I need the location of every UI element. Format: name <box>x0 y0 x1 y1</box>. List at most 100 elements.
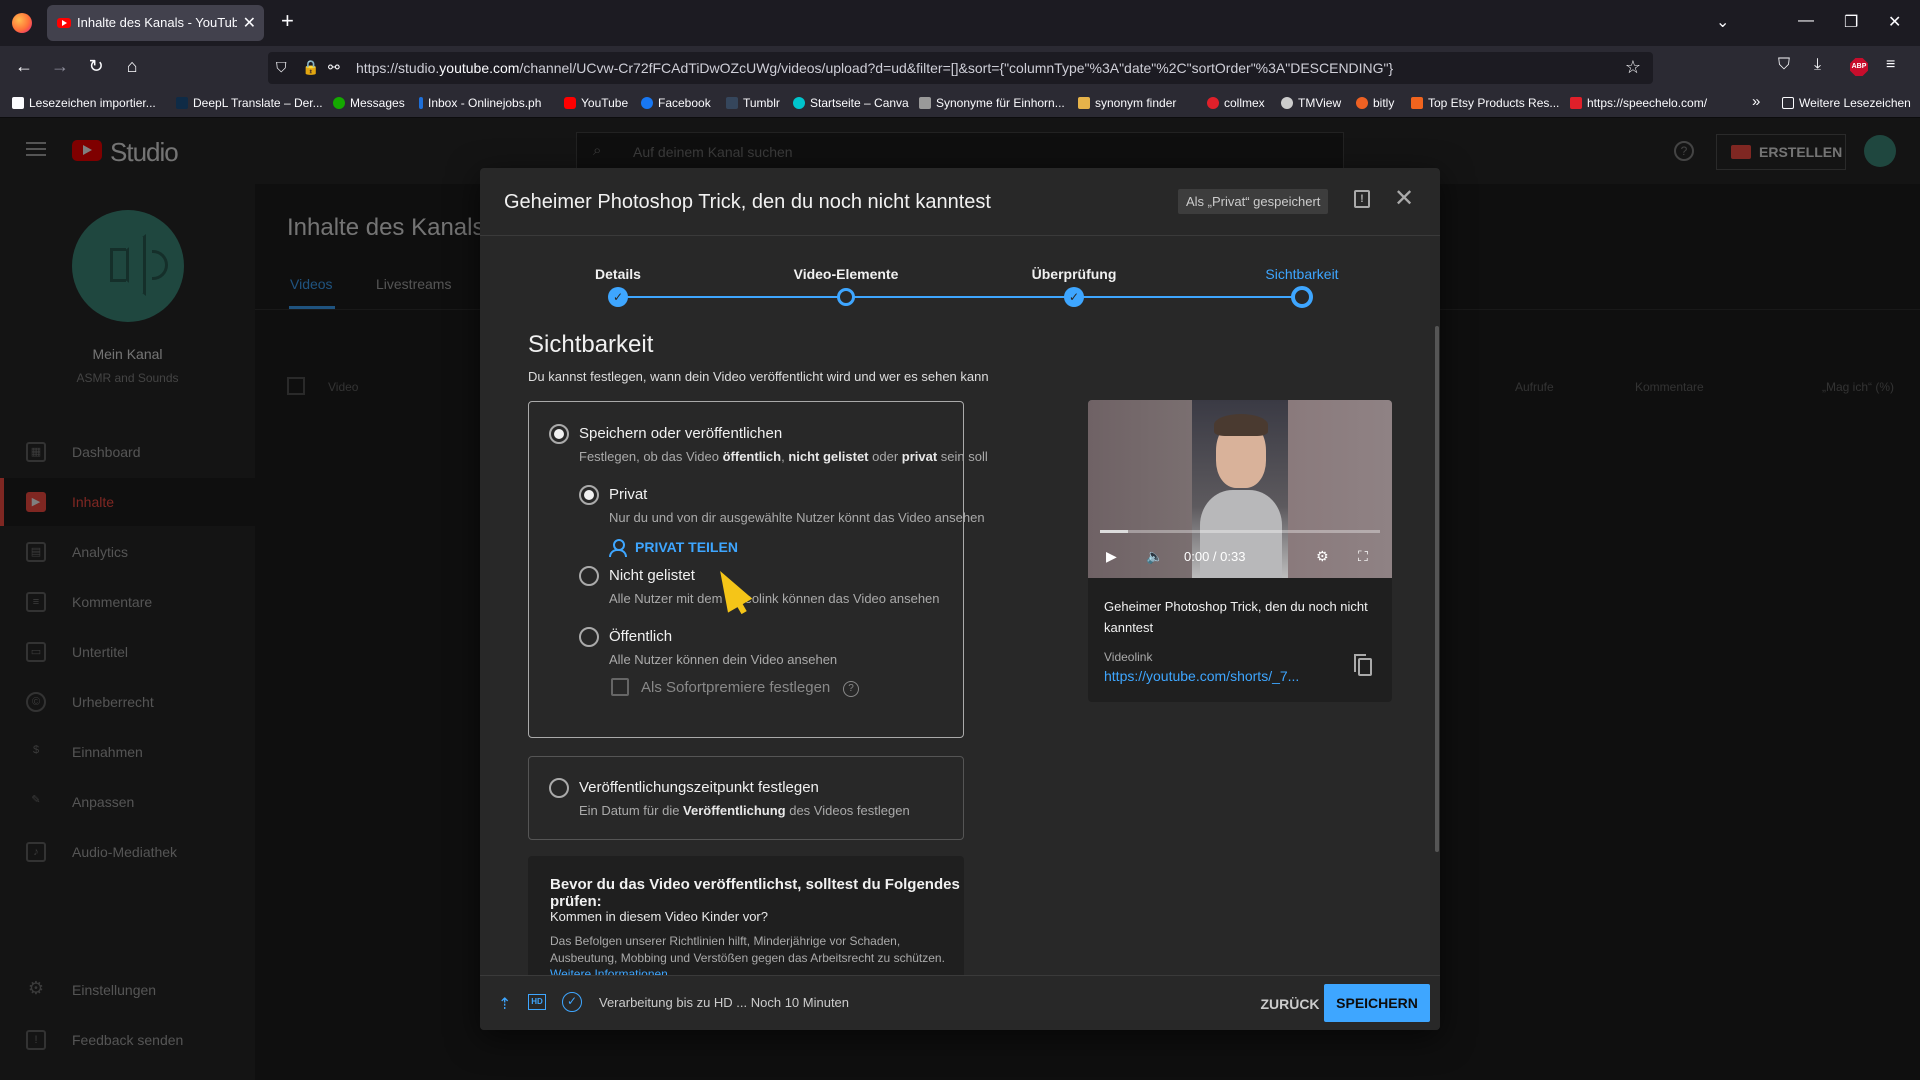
upwork-icon <box>333 97 345 109</box>
bookmark-item[interactable]: synonym finder <box>1078 96 1176 110</box>
reload-icon[interactable]: ↻ <box>84 56 108 77</box>
pocket-icon[interactable]: ⛉ <box>1778 56 1790 74</box>
adblock-plus-icon[interactable]: ABP <box>1850 58 1868 76</box>
step-done-check-icon[interactable]: ✓ <box>1064 287 1084 307</box>
fullscreen-icon[interactable]: ⛶ <box>1358 548 1368 565</box>
save-publish-label: Speichern oder veröffentlichen <box>579 425 783 442</box>
step-visited-dot-icon[interactable] <box>837 288 855 306</box>
bookmark-star-icon[interactable]: ☆ <box>1625 57 1641 78</box>
unlisted-desc: Alle Nutzer mit dem Videolink können das… <box>609 591 940 606</box>
browser-nav-bar: ← → ↻ ⌂ ⛉ 🔒 ⚯ https://studio.youtube.com… <box>0 46 1920 90</box>
onlinejobs-icon <box>419 97 423 109</box>
bookmark-item[interactable]: collmex <box>1207 96 1265 110</box>
bookmark-item[interactable]: Facebook <box>641 96 711 110</box>
video-progress-bar[interactable] <box>1100 530 1380 533</box>
upload-dialog: Geheimer Photoshop Trick, den du noch ni… <box>480 168 1440 1030</box>
saved-status-chip: Als „Privat“ gespeichert <box>1178 189 1329 214</box>
bookmark-item[interactable]: YouTube <box>564 96 628 110</box>
lock-icon[interactable]: 🔒 <box>302 59 319 76</box>
video-time: 0:00 / 0:33 <box>1184 549 1246 564</box>
back-arrow-icon[interactable]: ← <box>12 56 36 77</box>
hd-icon[interactable]: HD <box>528 994 546 1010</box>
upload-icon[interactable]: ⇡ <box>498 994 511 1014</box>
checks-complete-icon[interactable]: ✓ <box>562 992 582 1012</box>
minimize-button[interactable]: — <box>1798 12 1814 30</box>
save-publish-desc: Festlegen, ob das Video öffentlich, nich… <box>579 449 988 464</box>
video-link[interactable]: https://youtube.com/shorts/_7... <box>1104 668 1299 684</box>
dialog-close-icon[interactable]: ✕ <box>1394 184 1414 213</box>
video-player[interactable]: ▶ 🔈 0:00 / 0:33 ⚙ ⛶ <box>1088 400 1392 578</box>
url-bar[interactable]: ⛉ 🔒 ⚯ https://studio.youtube.com/channel… <box>268 52 1653 84</box>
bookmark-label: Facebook <box>658 96 711 110</box>
private-radio[interactable] <box>579 485 599 505</box>
speechelo-icon <box>1570 97 1582 109</box>
save-publish-card[interactable]: Speichern oder veröffentlichen Festlegen… <box>528 401 988 738</box>
settings-gear-icon[interactable]: ⚙ <box>1316 548 1329 565</box>
bookmark-item[interactable]: Top Etsy Products Res... <box>1411 96 1559 110</box>
bookmark-item[interactable]: Startseite – Canva <box>793 96 909 110</box>
dialog-scrollbar[interactable] <box>1435 326 1439 852</box>
url-prefix: https://studio. <box>356 60 440 76</box>
step-details[interactable]: Details <box>595 266 641 282</box>
tab-close-icon[interactable]: ✕ <box>243 13 256 33</box>
volume-icon[interactable]: 🔈 <box>1146 548 1163 565</box>
precheck-text: Das Befolgen unserer Richtlinien hilft, … <box>550 934 945 965</box>
schedule-card[interactable]: Veröffentlichungszeitpunkt festlegen Ein… <box>528 756 964 840</box>
bookmark-label: Inbox - Onlinejobs.ph <box>428 96 542 110</box>
public-desc: Alle Nutzer können dein Video ansehen <box>609 652 838 667</box>
step-video-elemente[interactable]: Video-Elemente <box>794 266 899 282</box>
bookmarks-overflow-icon[interactable]: » <box>1752 93 1760 110</box>
globe-icon <box>1281 97 1293 109</box>
report-feedback-icon[interactable]: ! <box>1354 190 1370 208</box>
restore-button[interactable]: ❐ <box>1844 12 1858 32</box>
bookmark-item[interactable]: TMView <box>1281 96 1341 110</box>
video-link-label: Videolink <box>1104 650 1153 664</box>
help-question-icon[interactable]: ? <box>843 681 859 697</box>
step-ueberpruefung[interactable]: Überprüfung <box>1032 266 1117 282</box>
save-button[interactable]: SPEICHERN <box>1324 984 1430 1022</box>
forward-arrow-icon[interactable]: → <box>48 56 72 77</box>
downloads-icon[interactable]: ⤓ <box>1814 56 1821 74</box>
bookmark-item[interactable]: Messages <box>333 96 405 110</box>
bookmark-item[interactable]: Synonyme für Einhorn... <box>919 96 1065 110</box>
step-current-dot-icon[interactable] <box>1291 286 1313 308</box>
video-subject <box>1200 490 1282 578</box>
new-tab-button[interactable]: + <box>281 10 294 32</box>
other-bookmarks-folder[interactable]: Weitere Lesezeichen <box>1782 96 1911 110</box>
permissions-icon[interactable]: ⚯ <box>328 59 340 76</box>
bookmark-label: Messages <box>350 96 405 110</box>
desc-text: Festlegen, ob das Video <box>579 449 723 464</box>
menu-icon[interactable]: ≡ <box>1886 56 1895 74</box>
play-icon[interactable]: ▶ <box>1106 548 1117 565</box>
bookmark-item[interactable]: Inbox - Onlinejobs.ph <box>419 96 541 110</box>
public-label: Öffentlich <box>609 628 673 645</box>
bookmark-item[interactable]: https://speechelo.com/ <box>1570 96 1707 110</box>
copy-icon[interactable] <box>1354 654 1372 676</box>
desc-text: oder <box>868 449 902 464</box>
url-text[interactable]: https://studio.youtube.com/channel/UCvw-… <box>356 60 1616 76</box>
precheck-question: Kommen in diesem Video Kinder vor? <box>550 909 768 924</box>
shield-icon[interactable]: ⛉ <box>276 59 287 76</box>
save-publish-radio[interactable] <box>549 424 569 444</box>
share-private-button[interactable]: PRIVAT TEILEN <box>609 539 738 557</box>
schedule-radio[interactable] <box>549 778 569 798</box>
back-button[interactable]: ZURÜCK <box>1252 986 1328 1022</box>
premiere-label: Als Sofortpremiere festlegen <box>641 679 831 696</box>
step-sichtbarkeit[interactable]: Sichtbarkeit <box>1265 266 1338 282</box>
bookmark-item[interactable]: bitly <box>1356 96 1394 110</box>
premiere-checkbox[interactable] <box>611 678 629 696</box>
window-close-button[interactable]: ✕ <box>1888 12 1901 32</box>
bookmark-item[interactable]: Lesezeichen importier... <box>12 96 156 110</box>
tab-list-chevron-icon[interactable]: ⌄ <box>1716 12 1729 32</box>
precheck-box: Bevor du das Video veröffentlichst, soll… <box>528 856 964 986</box>
unlisted-radio[interactable] <box>579 566 599 586</box>
public-radio[interactable] <box>579 627 599 647</box>
browser-tab-active[interactable]: Inhalte des Kanals - YouTube Studio ✕ <box>47 5 264 41</box>
bookmark-item[interactable]: Tumblr <box>726 96 780 110</box>
home-icon[interactable]: ⌂ <box>120 56 144 77</box>
deepl-icon <box>176 97 188 109</box>
tab-title: Inhalte des Kanals - YouTube Studio <box>77 15 237 30</box>
precheck-title: Bevor du das Video veröffentlichst, soll… <box>550 876 960 910</box>
bookmark-item[interactable]: DeepL Translate – Der... <box>176 96 323 110</box>
step-done-check-icon[interactable]: ✓ <box>608 287 628 307</box>
